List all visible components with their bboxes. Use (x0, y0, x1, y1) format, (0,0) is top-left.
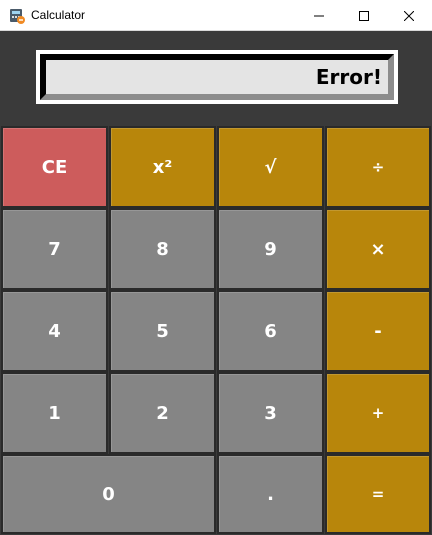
maximize-button[interactable] (341, 0, 386, 31)
digit-1-button[interactable]: 1 (1, 372, 108, 454)
digit-7-button[interactable]: 7 (1, 208, 108, 290)
close-icon (403, 10, 414, 21)
digit-9-button[interactable]: 9 (217, 208, 324, 290)
plus-button[interactable]: + (325, 372, 431, 454)
square-root-button[interactable]: √ (217, 126, 324, 208)
maximize-icon (358, 10, 369, 21)
display-frame: Error! (36, 50, 398, 104)
display: Error! (40, 54, 394, 100)
window-title: Calculator (31, 8, 86, 22)
digit-5-button[interactable]: 5 (109, 290, 216, 372)
clear-entry-button[interactable]: CE (1, 126, 108, 208)
close-button[interactable] (386, 0, 431, 31)
minimize-icon (313, 15, 324, 16)
digit-0-button[interactable]: 0 (1, 454, 216, 534)
equals-button[interactable]: = (325, 454, 431, 534)
digit-3-button[interactable]: 3 (217, 372, 324, 454)
display-value: Error! (315, 65, 382, 89)
divide-button[interactable]: ÷ (325, 126, 431, 208)
minus-button[interactable]: - (325, 290, 431, 372)
digit-6-button[interactable]: 6 (217, 290, 324, 372)
square-button[interactable]: x² (109, 126, 216, 208)
calculator-body: Error! CE x² √ ÷ 7 8 9 × 4 5 6 - 1 2 3 +… (0, 31, 432, 535)
calculator-app-icon (10, 9, 25, 24)
decimal-point-button[interactable]: . (217, 454, 324, 534)
title-bar: Calculator (0, 0, 432, 31)
multiply-button[interactable]: × (325, 208, 431, 290)
digit-8-button[interactable]: 8 (109, 208, 216, 290)
minimize-button[interactable] (296, 0, 341, 31)
digit-4-button[interactable]: 4 (1, 290, 108, 372)
digit-2-button[interactable]: 2 (109, 372, 216, 454)
keypad: CE x² √ ÷ 7 8 9 × 4 5 6 - 1 2 3 + 0 . = (0, 125, 432, 535)
